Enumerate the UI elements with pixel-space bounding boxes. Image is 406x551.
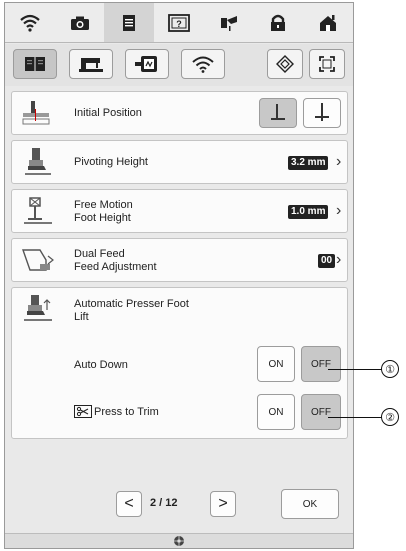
free-motion-label-line1: Free Motion [74, 199, 133, 211]
top-icon-bar: ? [5, 3, 353, 43]
dual-feed-icon [20, 245, 56, 275]
category-bar [5, 44, 353, 86]
presser-foot-lift-icon [20, 294, 56, 324]
auto-down-label: Auto Down [74, 359, 128, 371]
free-motion-value: 1.0 mm [288, 205, 329, 219]
auto-down-off-button[interactable]: OFF [301, 346, 341, 382]
wifi-icon[interactable] [5, 3, 55, 42]
dual-feed-label-line1: Dual Feed [74, 248, 125, 260]
lock-icon[interactable] [254, 3, 304, 42]
reset-diamond-icon[interactable] [267, 49, 303, 79]
pivoting-height-label: Pivoting Height [74, 156, 148, 168]
free-motion-label-line2: Foot Height [74, 212, 131, 224]
settings-screen: ? Initial Position Pivoting Height 3.2 m… [4, 2, 354, 549]
home-icon[interactable] [303, 3, 353, 42]
needle-position-up-button[interactable] [259, 98, 297, 128]
free-motion-foot-icon [20, 196, 56, 226]
press-to-trim-off-button[interactable]: OFF [301, 394, 341, 430]
dual-feed-row[interactable]: Dual Feed Feed Adjustment 00 › [11, 238, 348, 282]
book-settings-icon[interactable] [13, 49, 57, 79]
needle-icon[interactable] [204, 3, 254, 42]
callout-2: ② [381, 408, 399, 426]
bobbin-icon [174, 536, 184, 546]
dual-feed-label-line2: Feed Adjustment [74, 261, 157, 273]
camera-icon[interactable] [55, 3, 105, 42]
wireless-icon[interactable] [181, 49, 225, 79]
auto-presser-label-line1: Automatic Presser Foot [74, 298, 189, 310]
automatic-presser-foot-lift-row: Automatic Presser Foot Lift Auto Down ON… [11, 287, 348, 439]
free-motion-foot-height-row[interactable]: Free Motion Foot Height 1.0 mm › [11, 189, 348, 233]
initial-position-label: Initial Position [74, 107, 142, 119]
press-to-trim-on-button[interactable]: ON [257, 394, 295, 430]
scissors-icon [74, 405, 92, 418]
sewing-machine-icon[interactable] [69, 49, 113, 79]
document-icon[interactable] [104, 3, 155, 42]
callout-1: ① [381, 360, 399, 378]
chevron-right-icon: › [336, 251, 342, 268]
press-to-trim-label: Press to Trim [94, 405, 159, 418]
auto-presser-label-line2: Lift [74, 311, 89, 323]
callout-line-2 [328, 417, 382, 418]
pivoting-height-row[interactable]: Pivoting Height 3.2 mm › [11, 140, 348, 184]
embroidery-frame-icon[interactable] [125, 49, 169, 79]
footer-bar [5, 533, 353, 548]
fullscreen-icon[interactable] [309, 49, 345, 79]
initial-position-icon [20, 98, 56, 128]
pivoting-height-value: 3.2 mm [288, 156, 329, 170]
svg-text:?: ? [176, 19, 182, 29]
callout-line-1 [328, 369, 382, 370]
auto-down-on-button[interactable]: ON [257, 346, 295, 382]
chevron-right-icon: › [336, 202, 342, 219]
prev-page-button[interactable]: < [116, 491, 142, 517]
next-page-button[interactable]: > [210, 491, 236, 517]
chevron-right-icon: › [336, 153, 342, 170]
help-icon[interactable]: ? [154, 3, 204, 42]
bottom-bar: < 2 / 12 > OK [5, 479, 353, 535]
press-to-trim-label-group: Press to Trim [74, 405, 159, 418]
pivoting-foot-icon [20, 147, 56, 177]
needle-position-down-button[interactable] [303, 98, 341, 128]
initial-position-row: Initial Position [11, 91, 348, 135]
dual-feed-value: 00 [318, 254, 336, 268]
ok-button[interactable]: OK [281, 489, 339, 519]
page-indicator: 2 / 12 [150, 497, 178, 509]
